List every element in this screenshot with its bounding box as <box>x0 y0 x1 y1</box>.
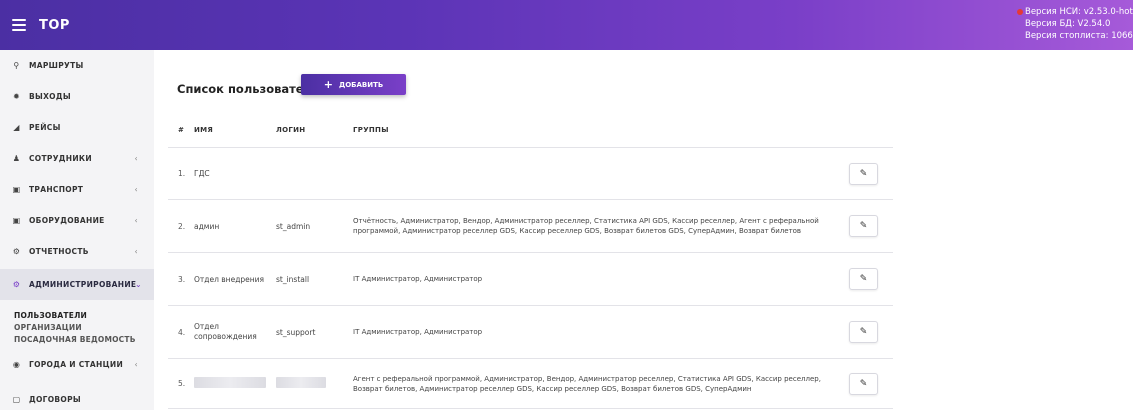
row-number: 2. <box>178 221 186 231</box>
sidebar-item-administration[interactable]: ⚙ АДМИНИСТРИРОВАНИЕ ⌄ <box>0 269 154 300</box>
table-row: 5. Агент с реферальной программой, Админ… <box>168 359 893 409</box>
users-table: # ИМЯ ЛОГИН ГРУППЫ 1. ГДС ✎ 2. админ st_… <box>168 112 893 409</box>
pencil-icon: ✎ <box>859 327 868 337</box>
chevron-left-icon: ‹ <box>134 247 138 256</box>
sidebar-item-transport[interactable]: ▣ ТРАНСПОРТ ‹ <box>0 174 154 205</box>
menu-icon[interactable] <box>12 19 26 31</box>
table-row: 1. ГДС ✎ <box>168 148 893 200</box>
sidebar-item-label: ГОРОДА И СТАНЦИИ <box>29 359 124 369</box>
bus-icon: ▣ <box>12 185 21 194</box>
sidebar-item-cities[interactable]: ◉ ГОРОДА И СТАНЦИИ ‹ <box>0 350 154 378</box>
edit-button[interactable]: ✎ <box>849 215 878 237</box>
row-groups: IT Администратор, Администратор <box>353 328 483 336</box>
row-login: st_install <box>276 274 310 284</box>
sidebar-item-label: ОТЧЕТНОСТЬ <box>29 247 89 256</box>
cogs-icon: ⚙ <box>12 247 21 256</box>
column-header-login: ЛОГИН <box>276 125 306 134</box>
add-button-label: ДОБАВИТЬ <box>338 80 384 89</box>
chevron-left-icon: ‹ <box>134 154 138 163</box>
sidebar-submenu: ПОЛЬЗОВАТЕЛИ ОРГАНИЗАЦИИ ПОСАДОЧНАЯ ВЕДО… <box>0 300 154 350</box>
chevron-left-icon: ‹ <box>134 185 138 194</box>
row-login: st_support <box>276 327 316 337</box>
sidebar-item-employees[interactable]: ♟ СОТРУДНИКИ ‹ <box>0 143 154 174</box>
sidebar-item-label: ВЫХОДЫ <box>29 92 71 101</box>
sidebar-subitem-users[interactable]: ПОЛЬЗОВАТЕЛИ <box>14 310 154 322</box>
table-row: 2. админ st_admin Отчётность, Администра… <box>168 200 893 253</box>
plus-icon: + <box>323 78 333 91</box>
row-groups: Отчётность, Администратор, Вендор, Админ… <box>353 217 819 235</box>
column-header-groups: ГРУППЫ <box>353 125 389 134</box>
sidebar-item-label: АДМИНИСТРИРОВАНИЕ <box>29 280 137 289</box>
pencil-icon: ✎ <box>859 221 868 231</box>
status-dot-icon <box>1017 9 1023 15</box>
sidebar-item-label: ДОГОВОРЫ <box>29 395 81 404</box>
sidebar-item-exits[interactable]: ✹ ВЫХОДЫ <box>0 81 154 112</box>
table-row: 4. Отдел сопровождения st_support IT Адм… <box>168 306 893 359</box>
redacted-block <box>276 377 326 388</box>
sidebar-subitem-organizations[interactable]: ОРГАНИЗАЦИИ <box>14 322 154 334</box>
row-number: 1. <box>178 169 186 178</box>
row-number: 4. <box>178 327 186 337</box>
device-icon: ▣ <box>12 216 21 225</box>
cogs-icon: ⚙ <box>12 280 21 289</box>
pencil-icon: ✎ <box>859 378 868 389</box>
row-groups: Агент с реферальной программой, Админист… <box>353 374 821 393</box>
table-row: 3. Отдел внедрения st_install IT Админис… <box>168 253 893 306</box>
map-pin-icon: ⚲ <box>13 61 20 70</box>
sidebar-item-label: ОБОРУДОВАНИЕ <box>29 216 105 225</box>
row-number: 5. <box>178 379 186 388</box>
person-icon: ♟ <box>12 154 21 163</box>
sidebar-item-label: РЕЙСЫ <box>29 123 61 132</box>
chevron-left-icon: ‹ <box>134 216 138 225</box>
sidebar-item-label: СОТРУДНИКИ <box>29 154 92 163</box>
location-icon: ◉ <box>12 359 21 369</box>
chevron-left-icon: ‹ <box>134 359 138 369</box>
redacted-block <box>194 377 266 388</box>
row-name: админ <box>194 221 220 231</box>
version-stoplist: Версия стоплиста: 1066 <box>1025 31 1133 41</box>
main-content: Список пользователей + ДОБАВИТЬ # ИМЯ ЛО… <box>154 50 1133 410</box>
sidebar-item-label: МАРШРУТЫ <box>29 61 84 70</box>
sidebar-item-routes[interactable]: ⚲ МАРШРУТЫ <box>0 50 154 81</box>
version-nsi: Версия НСИ: v2.53.0-hotfix4 <box>1025 7 1133 17</box>
row-login: st_admin <box>276 221 311 231</box>
sidebar-item-contracts[interactable]: ▢ ДОГОВОРЫ <box>0 384 154 410</box>
edit-button[interactable]: ✎ <box>849 162 878 185</box>
column-header-num: # <box>178 125 185 134</box>
document-icon: ▢ <box>12 395 21 404</box>
edit-button[interactable]: ✎ <box>849 321 878 343</box>
row-name: Отдел внедрения <box>194 274 265 284</box>
app-title: TOP <box>39 17 70 33</box>
row-name: ГДС <box>194 169 210 178</box>
chevron-down-icon: ⌄ <box>134 280 142 289</box>
row-number: 3. <box>178 274 186 284</box>
sidebar-subitem-boarding-sheet[interactable]: ПОСАДОЧНАЯ ВЕДОМОСТЬ <box>14 334 154 346</box>
sidebar-item-label: ТРАНСПОРТ <box>29 185 84 194</box>
sidebar-item-equipment[interactable]: ▣ ОБОРУДОВАНИЕ ‹ <box>0 205 154 236</box>
add-user-button[interactable]: + ДОБАВИТЬ <box>301 74 406 95</box>
top-bar: TOP Версия НСИ: v2.53.0-hotfix4 Версия Б… <box>0 0 1133 50</box>
table-header: # ИМЯ ЛОГИН ГРУППЫ <box>168 112 893 148</box>
row-login-redacted <box>272 377 349 390</box>
sidebar-item-reports[interactable]: ⚙ ОТЧЕТНОСТЬ ‹ <box>0 236 154 267</box>
version-info: Версия НСИ: v2.53.0-hotfix4 Версия БД: V… <box>1017 6 1133 42</box>
sidebar-item-trips[interactable]: ◢ РЕЙСЫ <box>0 112 154 143</box>
row-name-redacted <box>190 377 272 390</box>
gear-icon: ✹ <box>12 92 20 101</box>
version-db: Версия БД: V2.54.0 <box>1025 19 1111 29</box>
sidebar: ⚲ МАРШРУТЫ ✹ ВЫХОДЫ ◢ РЕЙСЫ ♟ СОТРУДНИКИ… <box>0 50 154 410</box>
edit-button[interactable]: ✎ <box>849 268 878 290</box>
flag-icon: ◢ <box>13 123 20 132</box>
column-header-name: ИМЯ <box>194 125 214 134</box>
row-groups: IT Администратор, Администратор <box>353 275 483 283</box>
pencil-icon: ✎ <box>859 168 868 179</box>
edit-button[interactable]: ✎ <box>849 372 878 395</box>
pencil-icon: ✎ <box>859 274 868 284</box>
row-name: Отдел сопровождения <box>194 322 257 341</box>
